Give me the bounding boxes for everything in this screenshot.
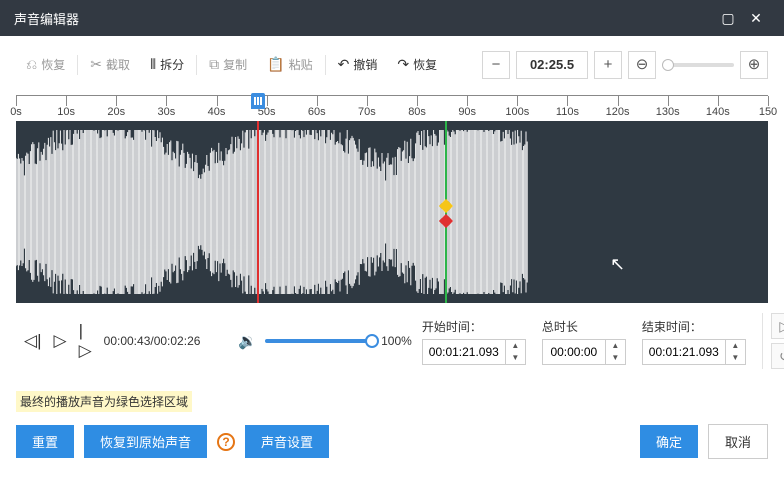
- spin-down-icon[interactable]: ▼: [726, 352, 745, 364]
- redo-icon: ↷: [397, 56, 409, 73]
- reset-button[interactable]: 重置: [16, 425, 74, 458]
- playback-time: 00:00:43/00:02:26: [104, 334, 201, 348]
- start-time-label: 开始时间：: [422, 318, 526, 335]
- step-back-button[interactable]: ◁|: [24, 331, 42, 351]
- playhead-line: [257, 121, 259, 303]
- volume-slider[interactable]: [265, 339, 373, 343]
- restore-original-button[interactable]: 恢复到原始声音: [84, 425, 207, 458]
- toolbar: ⎌恢复 ✂截取 ⦀拆分 ⧉复制 📋粘贴 ↶撤销 ↷恢复 − 02:25.5 + …: [16, 50, 768, 79]
- undo-button[interactable]: ↶撤销: [328, 50, 388, 79]
- volume-icon[interactable]: 🔉: [238, 332, 257, 350]
- paste-button: 📋粘贴: [257, 50, 322, 79]
- spin-down-icon[interactable]: ▼: [506, 352, 525, 364]
- hint-text: 最终的播放声音为绿色选择区域: [16, 391, 192, 412]
- cut-button: ✂截取: [80, 50, 140, 79]
- duration-label: 总时长: [542, 318, 626, 335]
- spin-up-icon[interactable]: ▲: [506, 340, 525, 352]
- copy-icon: ⧉: [209, 56, 219, 73]
- minus-button[interactable]: −: [482, 51, 510, 79]
- ok-button[interactable]: 确定: [640, 425, 698, 458]
- cancel-button[interactable]: 取消: [708, 424, 768, 459]
- playhead-handle[interactable]: [251, 93, 265, 109]
- split-icon: ⦀: [150, 56, 156, 73]
- restore-button: ⎌恢复: [16, 50, 75, 79]
- help-icon[interactable]: ?: [217, 433, 235, 451]
- end-time-label: 结束时间：: [642, 318, 746, 335]
- scissors-icon: ✂: [90, 56, 102, 73]
- play-button[interactable]: ▷: [54, 331, 67, 351]
- maximize-button[interactable]: ▢: [714, 10, 742, 27]
- sound-settings-button[interactable]: 声音设置: [245, 425, 329, 458]
- start-time-input[interactable]: ▲▼: [422, 339, 526, 365]
- undo-icon: ↶: [338, 56, 350, 73]
- zoom-in-button[interactable]: ⊕: [740, 51, 768, 79]
- plus-button[interactable]: +: [594, 51, 622, 79]
- spin-up-icon[interactable]: ▲: [726, 340, 745, 352]
- window-title: 声音编辑器: [14, 9, 79, 28]
- time-ruler[interactable]: 0s10s20s30s40s50s60s70s80s90s100s110s120…: [16, 95, 768, 121]
- waveform: [16, 121, 768, 303]
- time-display: 02:25.5: [516, 51, 588, 79]
- paste-icon: 📋: [267, 56, 284, 73]
- duration-input[interactable]: ▲▼: [542, 339, 626, 365]
- cursor-icon: ↖: [610, 254, 625, 275]
- spin-down-icon[interactable]: ▼: [606, 352, 625, 364]
- restore-icon: ⎌: [26, 56, 37, 73]
- waveform-area[interactable]: ↖: [16, 121, 768, 303]
- end-time-input[interactable]: ▲▼: [642, 339, 746, 365]
- split-button[interactable]: ⦀拆分: [140, 50, 194, 79]
- zoom-out-button[interactable]: ⊖: [628, 51, 656, 79]
- close-button[interactable]: ✕: [742, 10, 770, 27]
- volume-percent: 100%: [381, 334, 412, 348]
- redo-button[interactable]: ↷恢复: [387, 50, 447, 79]
- play-selection-button[interactable]: ▷: [771, 313, 784, 339]
- step-forward-button[interactable]: |▷: [79, 321, 92, 361]
- loop-button[interactable]: ↺: [771, 343, 784, 369]
- zoom-slider[interactable]: [662, 63, 734, 67]
- copy-button: ⧉复制: [199, 50, 257, 79]
- spin-up-icon[interactable]: ▲: [606, 340, 625, 352]
